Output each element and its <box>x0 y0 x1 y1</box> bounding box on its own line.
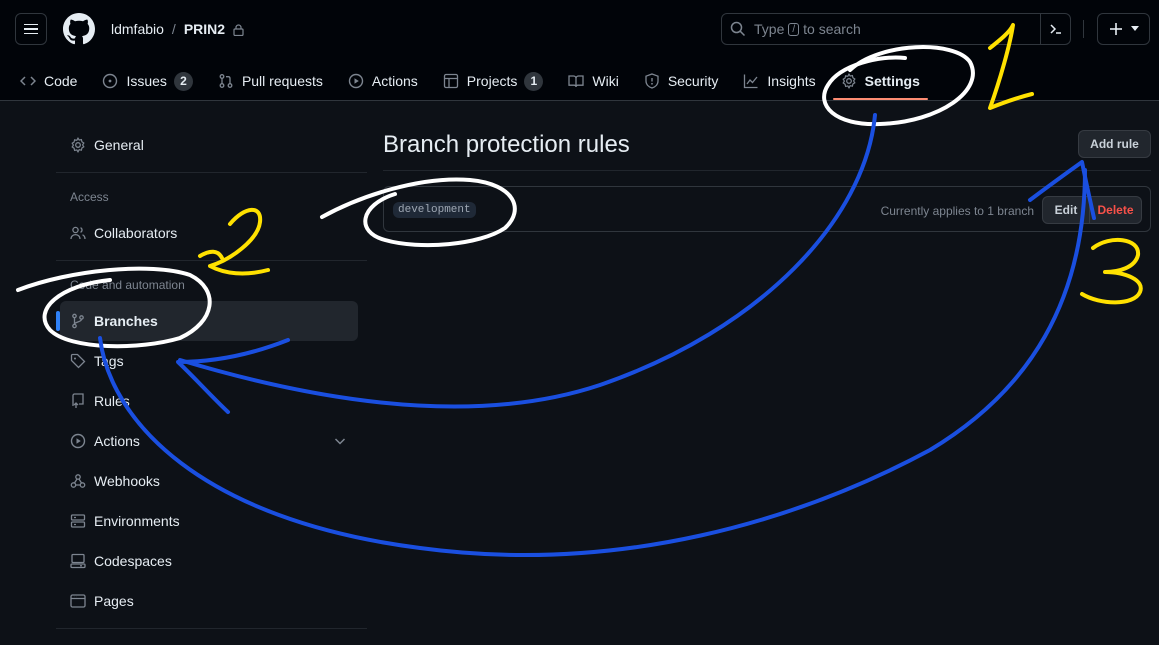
sidebar-divider <box>56 260 367 261</box>
app-header: ldmfabio / PRIN2 Type / to search Code I… <box>0 0 1159 101</box>
sidebar-item-codespaces[interactable]: Codespaces <box>60 541 358 581</box>
tab-label: Settings <box>864 73 920 89</box>
sidebar-divider <box>56 172 367 173</box>
repo-nav: Code Issues 2 Pull requests Actions Proj… <box>12 62 937 100</box>
page-title: Branch protection rules <box>383 131 630 158</box>
repo-push-icon <box>72 393 84 408</box>
sidebar-item-label: Webhooks <box>94 473 160 489</box>
sidebar-item-environments[interactable]: Environments <box>60 501 358 541</box>
branch-pattern-tag: development <box>393 202 476 218</box>
tab-label: Wiki <box>592 73 619 89</box>
issue-opened-icon <box>103 73 118 89</box>
tab-label: Projects <box>466 73 518 89</box>
tab-label: Issues <box>126 73 167 89</box>
sidebar-item-label: Branches <box>94 313 158 329</box>
tab-pull-requests[interactable]: Pull requests <box>210 62 331 100</box>
sidebar-item-tags[interactable]: Tags <box>60 341 358 381</box>
sidebar-item-label: Tags <box>94 353 124 369</box>
sidebar-item-actions[interactable]: Actions <box>60 421 358 461</box>
search-shortcut-key: / <box>788 22 800 36</box>
tab-projects[interactable]: Projects 1 <box>435 62 552 100</box>
codespaces-icon <box>70 553 86 569</box>
tab-label: Security <box>667 73 719 89</box>
edit-rule-button[interactable]: Edit <box>1042 196 1090 224</box>
sidebar-item-label: Collaborators <box>94 225 178 241</box>
plus-icon <box>1109 23 1122 35</box>
sidebar-item-rules[interactable]: Rules <box>60 381 358 421</box>
tab-label: Actions <box>371 73 418 89</box>
sidebar-item-branches[interactable]: Branches <box>56 301 358 341</box>
sidebar-item-label: General <box>94 137 144 153</box>
create-new-button[interactable] <box>1097 13 1150 45</box>
tab-insights[interactable]: Insights <box>735 62 823 100</box>
browser-icon <box>70 594 86 608</box>
sidebar-item-collaborators[interactable]: Collaborators <box>60 213 358 253</box>
sidebar-item-label: Actions <box>94 433 140 449</box>
tab-label: Pull requests <box>241 73 323 89</box>
code-icon <box>20 76 36 86</box>
sidebar-heading-access: Access <box>70 190 109 204</box>
repo-owner-link[interactable]: ldmfabio <box>111 21 164 37</box>
add-rule-button[interactable]: Add rule <box>1078 130 1151 158</box>
triangle-down-icon <box>1130 26 1139 31</box>
command-palette-button[interactable] <box>1040 14 1070 44</box>
terminal-icon <box>1049 24 1061 34</box>
tab-issues[interactable]: Issues 2 <box>94 62 200 100</box>
header-divider <box>1083 20 1084 38</box>
people-icon <box>70 226 86 240</box>
search-input[interactable]: Type / to search <box>721 13 1071 45</box>
delete-rule-button[interactable]: Delete <box>1090 196 1142 224</box>
sidebar-divider <box>56 628 367 629</box>
chevron-down-icon[interactable] <box>332 433 348 449</box>
rule-applies-text: Currently applies to 1 branch <box>880 204 1034 218</box>
tab-actions[interactable]: Actions <box>340 62 426 100</box>
sidebar-heading-code-automation: Code and automation <box>70 278 185 292</box>
annotation-number-3 <box>1080 237 1143 305</box>
git-branch-icon <box>72 313 84 329</box>
menu-icon <box>24 23 38 26</box>
breadcrumb: ldmfabio / PRIN2 <box>111 21 244 37</box>
play-icon <box>348 73 364 89</box>
issues-count-badge: 2 <box>173 71 193 91</box>
graph-icon <box>744 74 758 89</box>
git-pull-request-icon <box>219 74 233 88</box>
tab-settings[interactable]: Settings <box>832 62 929 100</box>
projects-count-badge: 1 <box>524 71 544 91</box>
menu-button[interactable] <box>15 13 47 45</box>
repo-name-link[interactable]: PRIN2 <box>184 21 225 37</box>
title-divider <box>383 170 1151 171</box>
tab-security[interactable]: Security <box>636 62 727 100</box>
table-icon <box>443 73 458 89</box>
tab-label: Code <box>44 73 78 89</box>
search-placeholder-suffix: to search <box>803 21 861 37</box>
gear-icon <box>842 73 856 89</box>
server-icon <box>70 514 86 528</box>
webhook-icon <box>70 474 86 488</box>
gear-icon <box>71 137 85 153</box>
sidebar-item-general[interactable]: General <box>60 125 358 165</box>
sidebar-item-label: Codespaces <box>94 553 172 569</box>
rule-actions: Edit Delete <box>1042 196 1142 224</box>
sidebar-item-label: Environments <box>94 513 180 529</box>
tag-icon <box>70 353 86 369</box>
search-icon <box>730 21 746 37</box>
breadcrumb-separator: / <box>171 21 176 37</box>
shield-icon <box>645 73 659 89</box>
protection-rule-row: development Currently applies to 1 branc… <box>383 186 1151 232</box>
sidebar-item-label: Rules <box>94 393 130 409</box>
sidebar-item-pages[interactable]: Pages <box>60 581 358 621</box>
book-icon <box>568 75 585 88</box>
lock-icon <box>233 24 244 36</box>
play-icon <box>70 433 86 449</box>
tab-code[interactable]: Code <box>12 62 85 100</box>
tab-wiki[interactable]: Wiki <box>560 62 626 100</box>
sidebar-item-webhooks[interactable]: Webhooks <box>60 461 358 501</box>
tab-label: Insights <box>767 73 816 89</box>
sidebar-item-label: Pages <box>94 593 134 609</box>
github-logo-icon[interactable] <box>63 13 95 45</box>
search-placeholder-prefix: Type <box>754 21 785 37</box>
